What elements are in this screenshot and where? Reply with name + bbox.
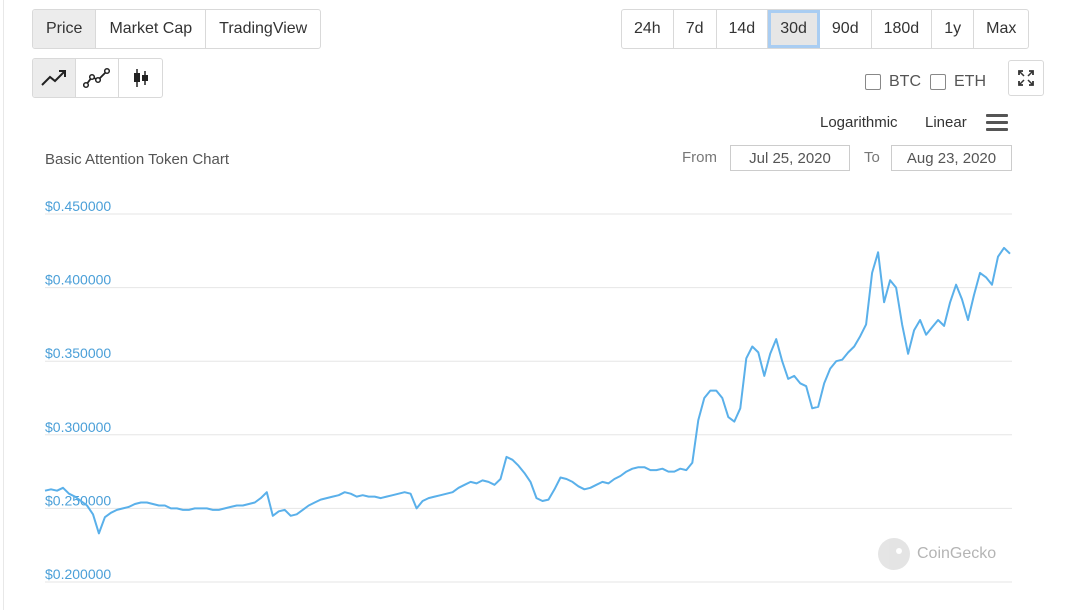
price-series-line[interactable] (44, 246, 1011, 535)
y-tick-label: $0.200000 (45, 566, 111, 582)
y-tick-label: $0.300000 (45, 419, 111, 435)
coingecko-logo-icon (878, 538, 910, 570)
y-tick-label: $0.400000 (45, 272, 111, 288)
price-chart: $0.450000 $0.400000 $0.350000 $0.300000 $0.2… (44, 198, 1012, 583)
y-tick-label: $0.250000 (45, 492, 111, 508)
y-tick-label: $0.450000 (45, 198, 111, 214)
watermark-text: CoinGecko (917, 545, 997, 562)
coingecko-watermark: CoinGecko (878, 538, 996, 570)
y-tick-label: $0.350000 (45, 345, 111, 361)
